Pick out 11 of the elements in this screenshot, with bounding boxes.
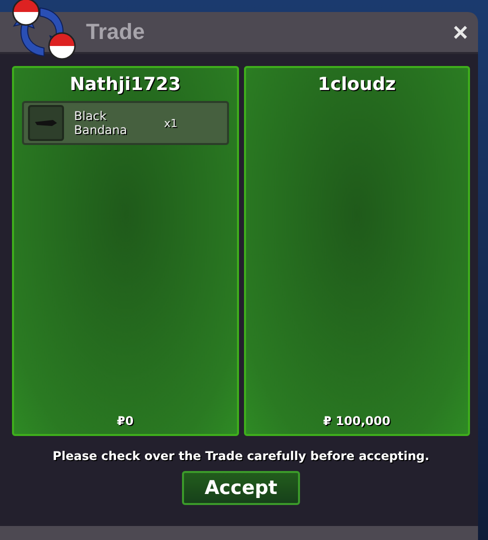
trader-name: Nathji1723 bbox=[70, 74, 181, 95]
item-name: Black Bandana bbox=[74, 108, 128, 138]
item-row[interactable]: Black Bandana x1 bbox=[22, 101, 228, 145]
close-button[interactable]: × bbox=[452, 19, 468, 45]
money-amount: ₽0 bbox=[116, 414, 134, 428]
notice-text: Please check over the Trade carefully before accepting. bbox=[52, 449, 430, 463]
accept-button[interactable]: Accept bbox=[182, 471, 300, 505]
window-title: Trade bbox=[86, 19, 146, 45]
money-amount: ₽ 100,000 bbox=[323, 414, 390, 428]
trader-name: 1cloudz bbox=[318, 74, 396, 95]
item-quantity: x1 bbox=[164, 116, 178, 130]
